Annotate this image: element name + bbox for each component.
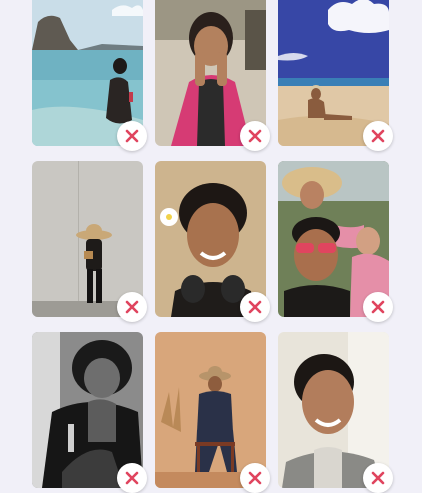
remove-photo-button[interactable]: [240, 463, 270, 493]
photo-tile[interactable]: [278, 0, 393, 151]
photo-tile[interactable]: [155, 0, 270, 151]
remove-photo-button[interactable]: [117, 121, 147, 151]
photo-tile[interactable]: [278, 332, 393, 493]
close-icon: [248, 471, 262, 485]
close-icon: [371, 471, 385, 485]
close-icon: [125, 300, 139, 314]
close-icon: [248, 129, 262, 143]
photo-tile[interactable]: [278, 161, 393, 322]
photo-tile[interactable]: [32, 161, 147, 322]
remove-photo-button[interactable]: [363, 463, 393, 493]
photo-tile[interactable]: [32, 0, 147, 151]
close-icon: [248, 300, 262, 314]
remove-photo-button[interactable]: [363, 121, 393, 151]
photo-tile[interactable]: [155, 332, 270, 493]
remove-photo-button[interactable]: [117, 292, 147, 322]
close-icon: [371, 300, 385, 314]
photo-tile[interactable]: [32, 332, 147, 493]
remove-photo-button[interactable]: [240, 292, 270, 322]
close-icon: [125, 471, 139, 485]
remove-photo-button[interactable]: [240, 121, 270, 151]
close-icon: [125, 129, 139, 143]
photo-tile[interactable]: [155, 161, 270, 322]
close-icon: [371, 129, 385, 143]
remove-photo-button[interactable]: [363, 292, 393, 322]
photo-grid: [32, 0, 393, 493]
remove-photo-button[interactable]: [117, 463, 147, 493]
